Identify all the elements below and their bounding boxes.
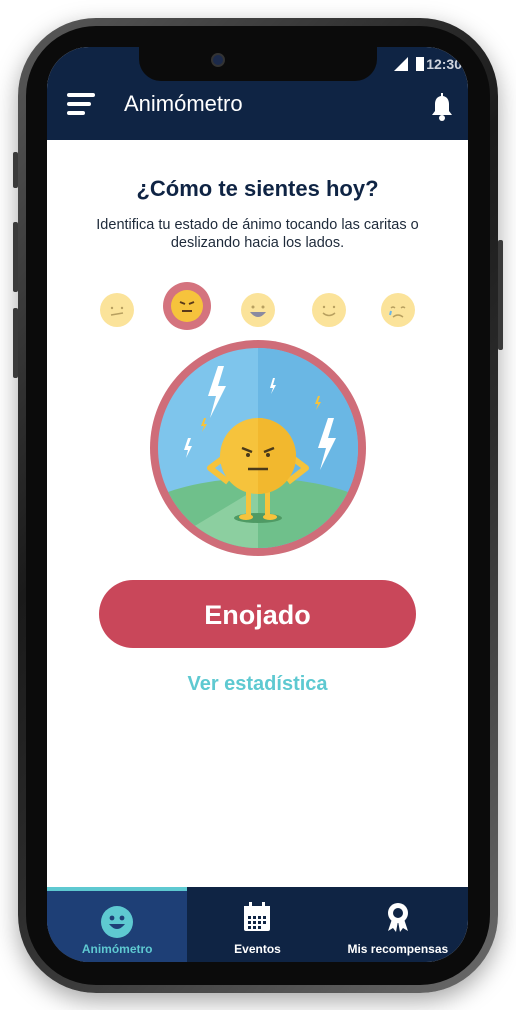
app-bar: Animómetro <box>47 77 468 140</box>
tab-label: Animómetro <box>81 942 153 956</box>
volume-down-button <box>13 308 18 378</box>
bell-icon[interactable] <box>428 93 456 123</box>
mood-instructions: Identifica tu estado de ánimo tocando la… <box>96 217 419 251</box>
front-camera <box>211 53 225 67</box>
calendar-icon <box>244 902 271 931</box>
app-title: Animómetro <box>124 91 243 116</box>
volume-up-button <box>13 222 18 292</box>
angry-character-illustration <box>158 348 358 548</box>
tab-eventos[interactable]: Eventos <box>187 887 327 962</box>
mute-switch <box>13 152 18 188</box>
grinning-face-icon[interactable] <box>241 293 275 327</box>
smiling-face-icon[interactable] <box>312 293 346 327</box>
view-statistics-link[interactable]: Ver estadística <box>47 673 468 696</box>
smiley-icon <box>101 906 134 938</box>
angry-face-icon[interactable] <box>163 282 211 330</box>
mood-content: ¿Cómo te sientes hoy? Identifica tu esta… <box>47 140 468 887</box>
hamburger-menu-icon[interactable] <box>67 93 95 117</box>
mood-question: ¿Cómo te sientes hoy? <box>136 176 379 201</box>
status-time: 12:30 <box>426 56 462 72</box>
mood-selector <box>47 280 468 340</box>
app-screen: 12:30 Animómetro ¿Cómo te sientes hoy? I… <box>47 47 468 962</box>
bottom-tab-bar: Animómetro Eventos Mis recompensas <box>47 887 468 962</box>
tab-label: Mis recompensas <box>347 942 449 956</box>
power-button <box>498 240 503 350</box>
tab-mis-recompensas[interactable]: Mis recompensas <box>328 887 468 962</box>
tab-animometro[interactable]: Animómetro <box>47 887 188 962</box>
battery-icon <box>416 57 424 71</box>
signal-icon <box>394 57 408 71</box>
neutral-face-icon[interactable] <box>100 293 134 327</box>
mood-illustration <box>150 340 366 556</box>
selected-mood-button[interactable]: Enojado <box>99 580 416 648</box>
notch <box>139 47 377 81</box>
award-ribbon-icon <box>387 903 408 932</box>
tab-label: Eventos <box>234 942 281 956</box>
crying-face-icon[interactable] <box>381 293 415 327</box>
